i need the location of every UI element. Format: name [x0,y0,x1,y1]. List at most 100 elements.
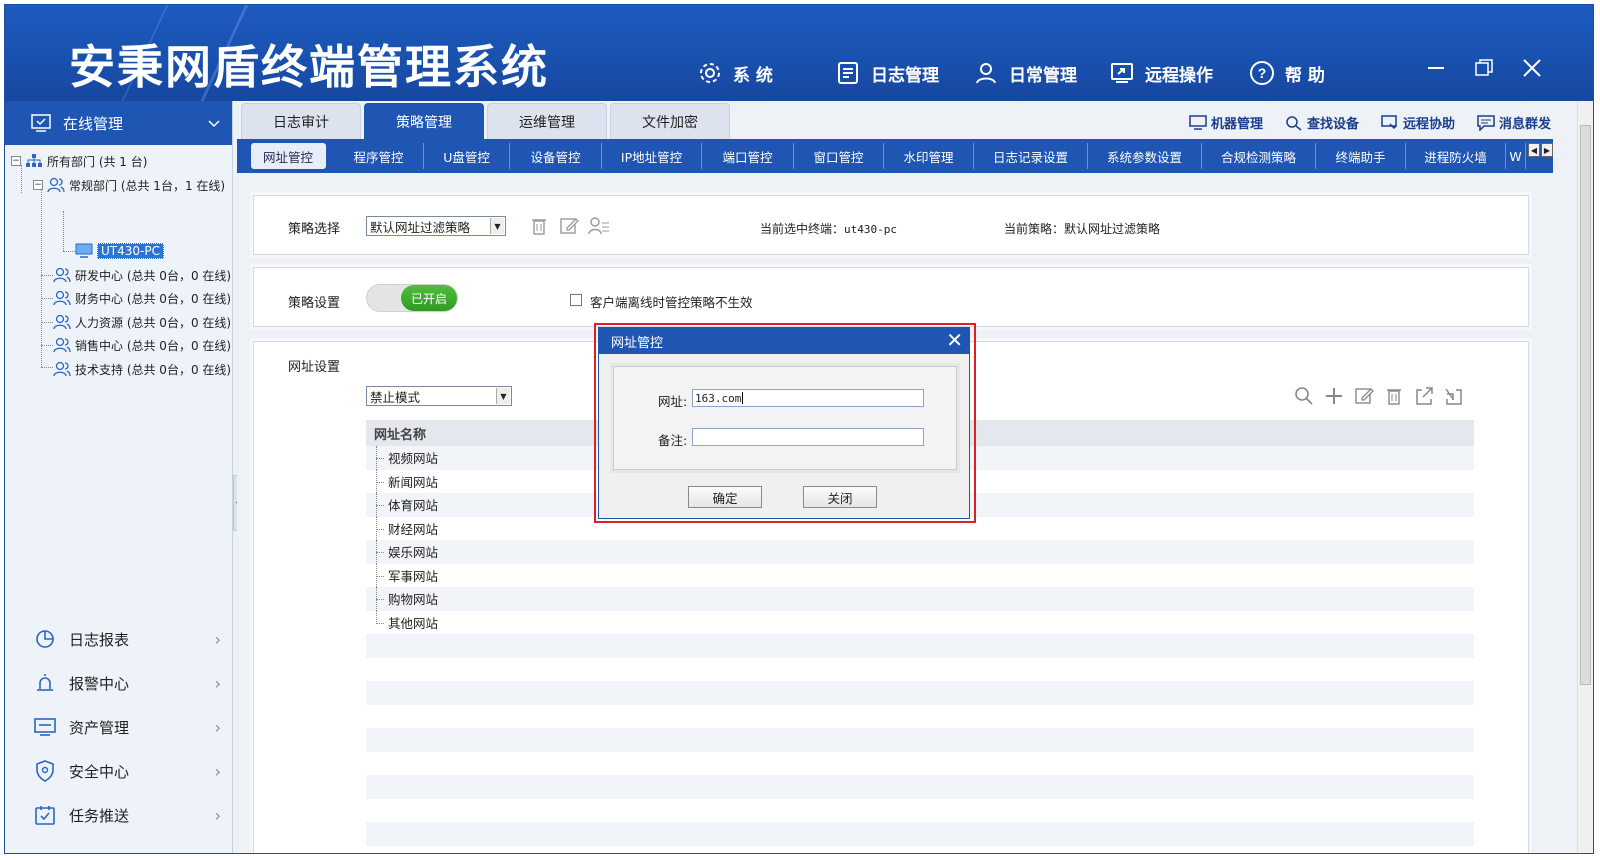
subtab-ip-control[interactable]: IP地址管控 [602,143,703,169]
url-row-label: 体育网站 [388,498,439,514]
close-icon[interactable]: ✕ [946,330,963,350]
trash-icon[interactable] [1384,386,1404,406]
users-icon [53,267,71,283]
import-icon[interactable] [1444,386,1464,406]
mode-select-dropdown[interactable]: 禁止模式 ▼ [366,386,512,406]
close-icon[interactable] [1517,53,1547,83]
url-field[interactable]: 163.com [692,389,924,407]
offline-policy-checkbox[interactable] [570,294,582,306]
collapse-icon[interactable]: − [11,156,21,166]
tree-node-terminal[interactable]: UT430-PC [75,241,164,261]
remote-assist-label: 远程协助 [1402,117,1455,132]
menu-item-alarm-center[interactable]: 报警中心 › [5,663,233,703]
tree-line [376,575,384,577]
table-row[interactable]: 军事网站 [366,563,1474,587]
table-row[interactable]: 购物网站 [366,587,1474,611]
edit-icon[interactable] [1354,386,1374,406]
monitor-check-icon [31,114,51,132]
subtab-device-control[interactable]: 设备管控 [510,143,603,169]
subtab-more[interactable]: W [1506,143,1527,169]
edit-icon[interactable] [559,216,579,240]
tree-node-dept[interactable]: 人力资源 (总共 0台，0 在线) [53,312,231,332]
machine-management-button[interactable]: 机器管理 [1189,113,1263,132]
minimize-icon[interactable] [1421,53,1451,83]
find-device-button[interactable]: 查找设备 [1285,113,1359,132]
user-list-icon[interactable] [588,216,610,240]
subtab-process-firewall[interactable]: 进程防火墙 [1406,143,1507,169]
nav-system[interactable]: 系 统 [697,55,773,91]
nav-remote-operation[interactable]: 远程操作 [1109,55,1213,91]
tab-file-encryption[interactable]: 文件加密 [610,103,730,139]
menu-item-label: 日志报表 [69,630,130,649]
chevron-right-icon: › [214,761,221,781]
table-row-empty [366,728,1474,752]
close-button[interactable]: 关闭 [803,486,877,508]
menu-item-task-push[interactable]: 任务推送 › [5,795,233,835]
policy-select-dropdown[interactable]: 默认网址过滤策略 ▼ [366,216,506,236]
subtab-window-control[interactable]: 窗口管控 [794,143,885,169]
nav-log-management[interactable]: 日志管理 [835,55,939,91]
dropdown-arrow-icon: ▼ [490,218,504,234]
trash-icon[interactable] [530,216,548,240]
subtab-system-params[interactable]: 系统参数设置 [1088,143,1203,169]
subtab-program-control[interactable]: 程序管控 [334,143,425,169]
tree-node-dept[interactable]: 技术支持 (总共 0台，0 在线) [53,359,231,379]
nav-help[interactable]: ? 帮 助 [1249,55,1325,91]
tree-node-dept[interactable]: 研发中心 (总共 0台，0 在线) [53,265,231,285]
tab-log-audit[interactable]: 日志审计 [241,103,361,139]
subtab-terminal-assistant[interactable]: 终端助手 [1316,143,1407,169]
tree-node-dept[interactable]: 财务中心 (总共 0台，0 在线) [53,288,231,308]
policy-enable-toggle[interactable]: 已开启 [366,284,458,312]
tree-node-root[interactable]: − 所有部门 (共 1 台) [11,151,147,171]
collapse-icon[interactable]: − [33,180,43,190]
broadcast-message-button[interactable]: 消息群发 [1477,113,1551,132]
tree-node-group[interactable]: − 常规部门 (总共 1台，1 在线) [33,175,225,195]
confirm-button[interactable]: 确定 [688,486,762,508]
toolbar: 机器管理 查找设备 远程协助 消息群发 [1167,113,1551,132]
restore-icon[interactable] [1469,53,1499,83]
note-field[interactable] [692,428,924,446]
svg-text:?: ? [1258,65,1267,81]
vertical-scrollbar[interactable] [1577,101,1593,853]
subtab-log-settings[interactable]: 日志记录设置 [974,143,1089,169]
policy-select-label: 策略选择 [288,222,341,237]
tab-policy-management[interactable]: 策略管理 [364,103,484,139]
scrollbar-thumb[interactable] [1580,125,1591,685]
table-row[interactable]: 其他网站 [366,610,1474,635]
policy-select-panel: 策略选择 默认网址过滤策略 ▼ 当前选中终端：ut430-pc 当前策略：默认网… [253,195,1529,255]
chevron-right-icon: › [214,805,221,825]
tree-node-dept[interactable]: 销售中心 (总共 0台，0 在线) [53,335,231,355]
subtab-compliance[interactable]: 合规检测策略 [1202,143,1317,169]
url-row-label: 娱乐网站 [388,545,439,561]
menu-item-asset-management[interactable]: 资产管理 › [5,707,233,747]
subtab-port-control[interactable]: 端口管控 [702,143,795,169]
users-icon [47,177,65,193]
monitor-icon [33,715,57,739]
subtab-watermark[interactable]: 水印管理 [884,143,975,169]
sidebar-section-online[interactable]: 在线管理 [5,101,232,145]
dialog-titlebar: 网址管控 ✕ [599,328,969,354]
broadcast-message-label: 消息群发 [1498,117,1551,132]
main-tabs: 日志审计 策略管理 运维管理 文件加密 [241,103,733,139]
scroll-left-icon[interactable]: ◀ [1528,143,1540,157]
menu-item-security-center[interactable]: 安全中心 › [5,751,233,791]
machine-management-label: 机器管理 [1210,117,1263,132]
tree-node-dept-label: 销售中心 (总共 0台，0 在线) [75,338,232,353]
subtab-url-control[interactable]: 网址管控 [251,143,327,169]
tree-line [376,528,384,530]
export-icon[interactable] [1414,386,1434,406]
table-row[interactable]: 娱乐网站 [366,540,1474,564]
tab-ops-management[interactable]: 运维管理 [487,103,607,139]
nav-log-management-label: 日志管理 [871,65,939,86]
subtab-usb-control[interactable]: U盘管控 [424,143,511,169]
add-icon[interactable] [1324,386,1344,406]
nav-daily-management[interactable]: 日常管理 [973,55,1077,91]
scroll-right-icon[interactable]: ▶ [1541,143,1553,157]
remote-assist-button[interactable]: 远程协助 [1381,113,1455,132]
shield-icon [33,759,57,783]
search-icon[interactable] [1294,386,1314,406]
department-tree: − 所有部门 (共 1 台) − 常规部门 (总共 1台，1 在线) UT430… [5,145,232,377]
menu-item-log-report[interactable]: 日志报表 › [5,619,233,659]
chevron-right-icon: › [214,673,221,693]
tree-line [41,275,53,276]
